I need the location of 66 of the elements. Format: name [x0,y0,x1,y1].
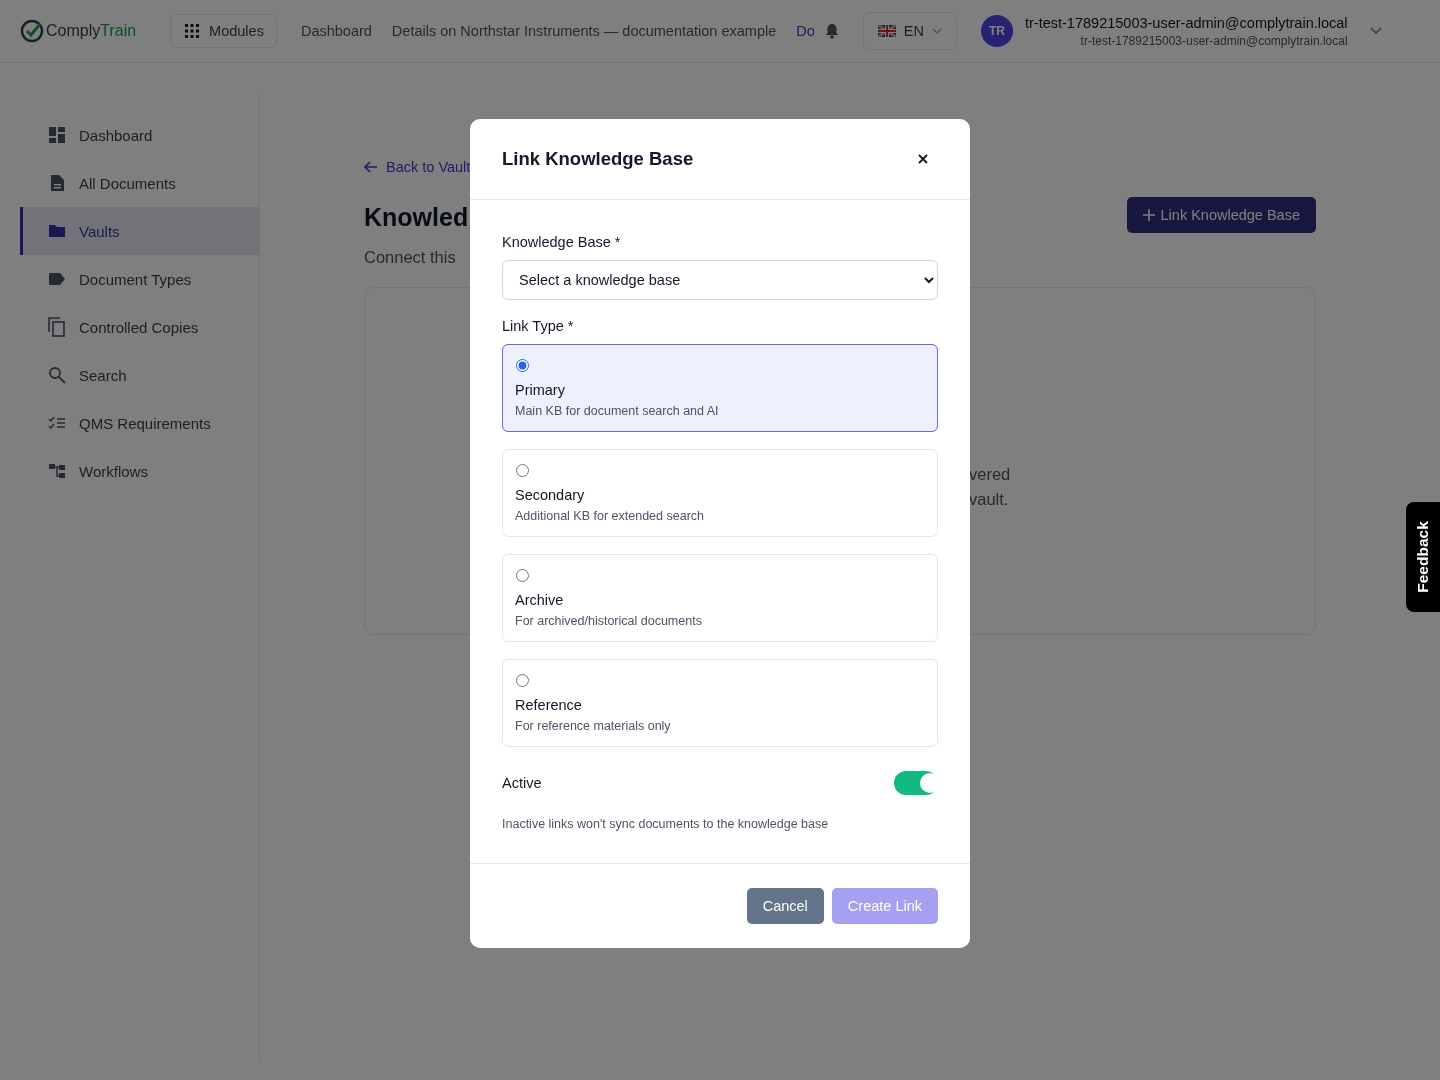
user-name: tr-test-1789215003-user-admin@complytrain.local [1025,14,1348,31]
sidebar-item[interactable]: Dashboard [20,111,259,159]
option-title: Reference [515,697,583,713]
checklist-icon [48,416,66,430]
logo-check-icon [20,19,44,43]
user-avatar[interactable]: TR [981,15,1013,47]
close-button[interactable] [916,152,930,166]
option-title: Archive [515,592,565,608]
cancel-button[interactable]: Cancel [746,888,824,924]
sidebar-item[interactable]: Search [20,351,259,399]
sidebar-item[interactable]: Controlled Copies [20,303,259,351]
option-description: Main KB for document search and AI [515,404,720,418]
breadcrumb-link[interactable]: Dashboard [300,23,372,39]
page-subtitle: Connect this [364,248,457,267]
link-type-option[interactable]: Archive For archived/historical documents [502,554,938,642]
back-link[interactable]: Back to Vault [364,159,471,175]
feedback-tab[interactable]: Feedback [1406,502,1440,612]
chevron-down-icon [932,28,942,34]
radio-button[interactable] [516,674,529,687]
sidebar-item[interactable]: Vaults [20,207,259,255]
folder-icon [48,223,66,239]
hint-text: Inactive links won't sync documents to the knowledge base [502,817,830,831]
arrow-left-icon [364,161,378,173]
bell-icon[interactable] [824,23,839,39]
breadcrumb-link[interactable]: Details on Northstar Instruments — documentation example [391,23,777,39]
search-icon [48,366,66,384]
knowledge-base-select[interactable]: Select a knowledge base [502,260,938,300]
sidebar-item[interactable]: Document Types [20,255,259,303]
chevron-down-icon[interactable] [1369,27,1382,35]
modal-title: Link Knowledge Base [502,148,694,170]
radio-button[interactable] [516,569,529,582]
option-description: For archived/historical documents [515,614,703,628]
link-type-option[interactable]: Secondary Additional KB for extended search [502,449,938,537]
document-icon [49,174,65,192]
dashboard-icon [48,126,66,144]
tag-icon [48,272,66,286]
logo-text[interactable]: ComplyTrain [46,22,137,40]
active-label: Active [502,775,542,791]
empty-state-text: vault. [969,490,1010,509]
page-title: Knowled [364,203,469,232]
close-icon [918,154,928,164]
grid-icon [185,24,200,38]
sidebar-item[interactable]: All Documents [20,159,259,207]
option-title: Secondary [515,487,586,503]
link-type-option[interactable]: Primary Main KB for document search and AI [502,344,938,432]
modules-button[interactable]: Modules [170,14,277,48]
user-email: tr-test-1789215003-user-admin@complytrain.local [1080,33,1348,48]
nav-link[interactable]: Do [796,23,815,39]
radio-button[interactable] [516,359,529,372]
link-type-option[interactable]: Reference For reference materials only [502,659,938,747]
field-label: Knowledge Base * [502,234,622,250]
plus-icon [1142,209,1155,221]
option-description: Additional KB for extended search [515,509,705,523]
language-selector[interactable]: EN [862,12,957,50]
sidebar-item[interactable]: QMS Requirements [20,399,259,447]
link-knowledge-base-button[interactable]: Link Knowledge Base [1126,197,1316,233]
toggle-switch[interactable] [894,771,938,795]
copies-icon [48,317,66,337]
option-description: For reference materials only [515,719,672,733]
radio-button[interactable] [516,464,529,477]
empty-state-text: vered [969,465,1012,484]
workflow-icon [48,463,66,479]
flag-icon [877,25,896,37]
field-label: Link Type * [502,318,575,334]
sidebar-item[interactable]: Workflows [20,447,259,495]
option-title: Primary [515,382,566,398]
